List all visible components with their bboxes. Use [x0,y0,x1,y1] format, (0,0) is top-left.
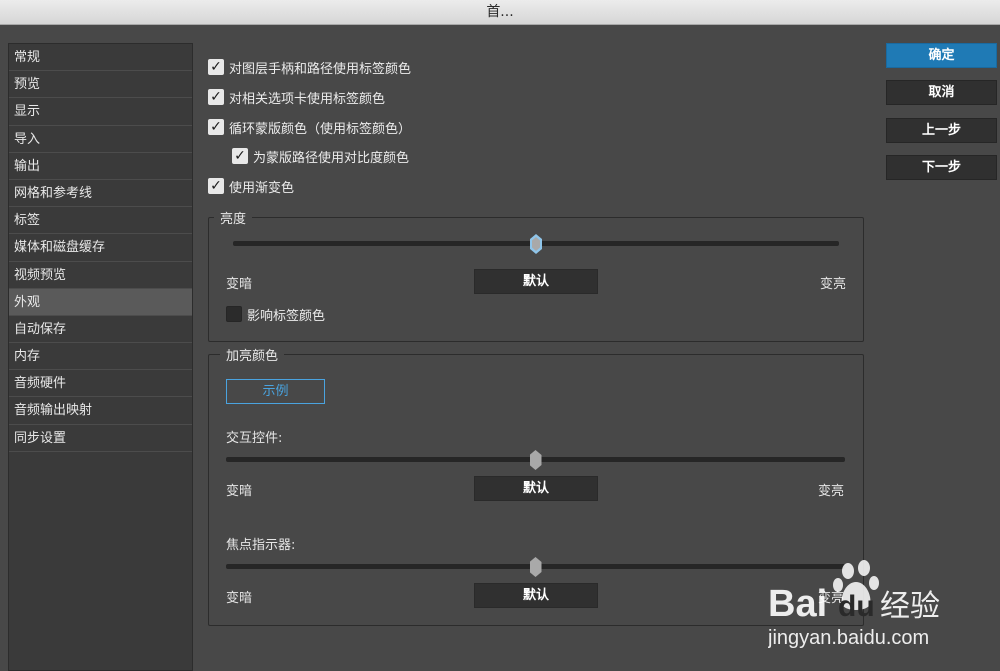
option-related-tabs[interactable]: ✓ 对相关选项卡使用标签颜色 [208,88,386,107]
sidebar-item[interactable]: 同步设置 [9,425,192,452]
window-title: 首... [0,0,1000,25]
option-layer-handles[interactable]: ✓ 对图层手柄和路径使用标签颜色 [208,58,412,77]
baidu-jingyan-watermark: Bai du 经验 jingyan.baidu.com [767,558,988,658]
focus-dark-label: 变暗 [226,591,253,606]
sidebar-item[interactable]: 视频预览 [9,262,192,289]
interactive-dark-label: 变暗 [226,484,253,499]
sidebar-item[interactable]: 网格和参考线 [9,180,192,208]
option-label: 影响标签颜色 [247,308,326,324]
interactive-default-button[interactable]: 默认 [474,476,598,501]
option-label: 对相关选项卡使用标签颜色 [229,91,386,107]
sidebar-item[interactable]: 音频硬件 [9,370,192,398]
option-affect-label-color[interactable]: 影响标签颜色 [226,305,326,324]
option-label: 为蒙版路径使用对比度颜色 [253,150,410,166]
option-gradients[interactable]: ✓ 使用渐变色 [208,177,295,196]
sidebar-item[interactable]: 媒体和磁盘缓存 [9,234,192,262]
preferences-sidebar: 常规 预览 显示 导入 输出 网格和参考线 标签 媒体和磁盘缓存 视频预览 外观 自动保存 内存 音频硬… [8,43,193,671]
example-button[interactable]: 示例 [226,379,325,404]
sidebar-item[interactable]: 输出 [9,153,192,180]
option-mask-contrast[interactable]: ✓ 为蒙版路径使用对比度颜色 [232,147,410,166]
brightness-default-button[interactable]: 默认 [474,269,598,294]
sidebar-item[interactable]: 显示 [9,98,192,126]
focus-indicator-label: 焦点指示器: [226,538,296,553]
interactive-light-label: 变亮 [818,484,845,499]
watermark-cn: 经验 [880,589,940,624]
checkbox-checked-icon[interactable]: ✓ [208,119,224,135]
sidebar-item[interactable]: 预览 [9,71,192,99]
cancel-button[interactable]: 取消 [886,80,997,105]
option-label: 使用渐变色 [229,180,295,196]
checkbox-checked-icon[interactable]: ✓ [208,59,224,75]
option-label: 循环蒙版颜色（使用标签颜色） [229,121,412,137]
baidu-paw-logo: Bai du 经验 jingyan.baidu.com [767,560,940,649]
checkbox-checked-icon[interactable]: ✓ [208,178,224,194]
ok-button[interactable]: 确定 [886,43,997,68]
brightness-dark-label: 变暗 [226,277,253,292]
sidebar-item[interactable]: 内存 [9,343,192,371]
checkbox-unchecked-icon[interactable] [226,306,242,322]
checkbox-checked-icon[interactable]: ✓ [232,148,248,164]
sidebar-item[interactable]: 导入 [9,126,192,153]
option-label: 对图层手柄和路径使用标签颜色 [229,61,412,77]
brightness-light-label: 变亮 [820,277,847,292]
sidebar-item[interactable]: 标签 [9,207,192,235]
sidebar-item[interactable]: 外观 [9,288,192,316]
sidebar-item[interactable]: 自动保存 [9,316,192,344]
highlight-title: 加亮颜色 [220,345,285,364]
checkbox-checked-icon[interactable]: ✓ [208,89,224,105]
sidebar-item[interactable]: 音频输出映射 [9,397,192,425]
prev-button[interactable]: 上一步 [886,118,997,143]
watermark-url: jingyan.baidu.com [768,627,929,649]
focus-default-button[interactable]: 默认 [474,583,598,608]
watermark-brand: Bai [768,583,827,625]
watermark-brand-du: du [838,590,875,623]
interactive-controls-label: 交互控件: [226,431,283,446]
sidebar-item[interactable]: 常规 [9,44,192,72]
next-button[interactable]: 下一步 [886,155,997,180]
brightness-title: 亮度 [214,208,253,227]
option-cycle-mask[interactable]: ✓ 循环蒙版颜色（使用标签颜色） [208,118,412,137]
